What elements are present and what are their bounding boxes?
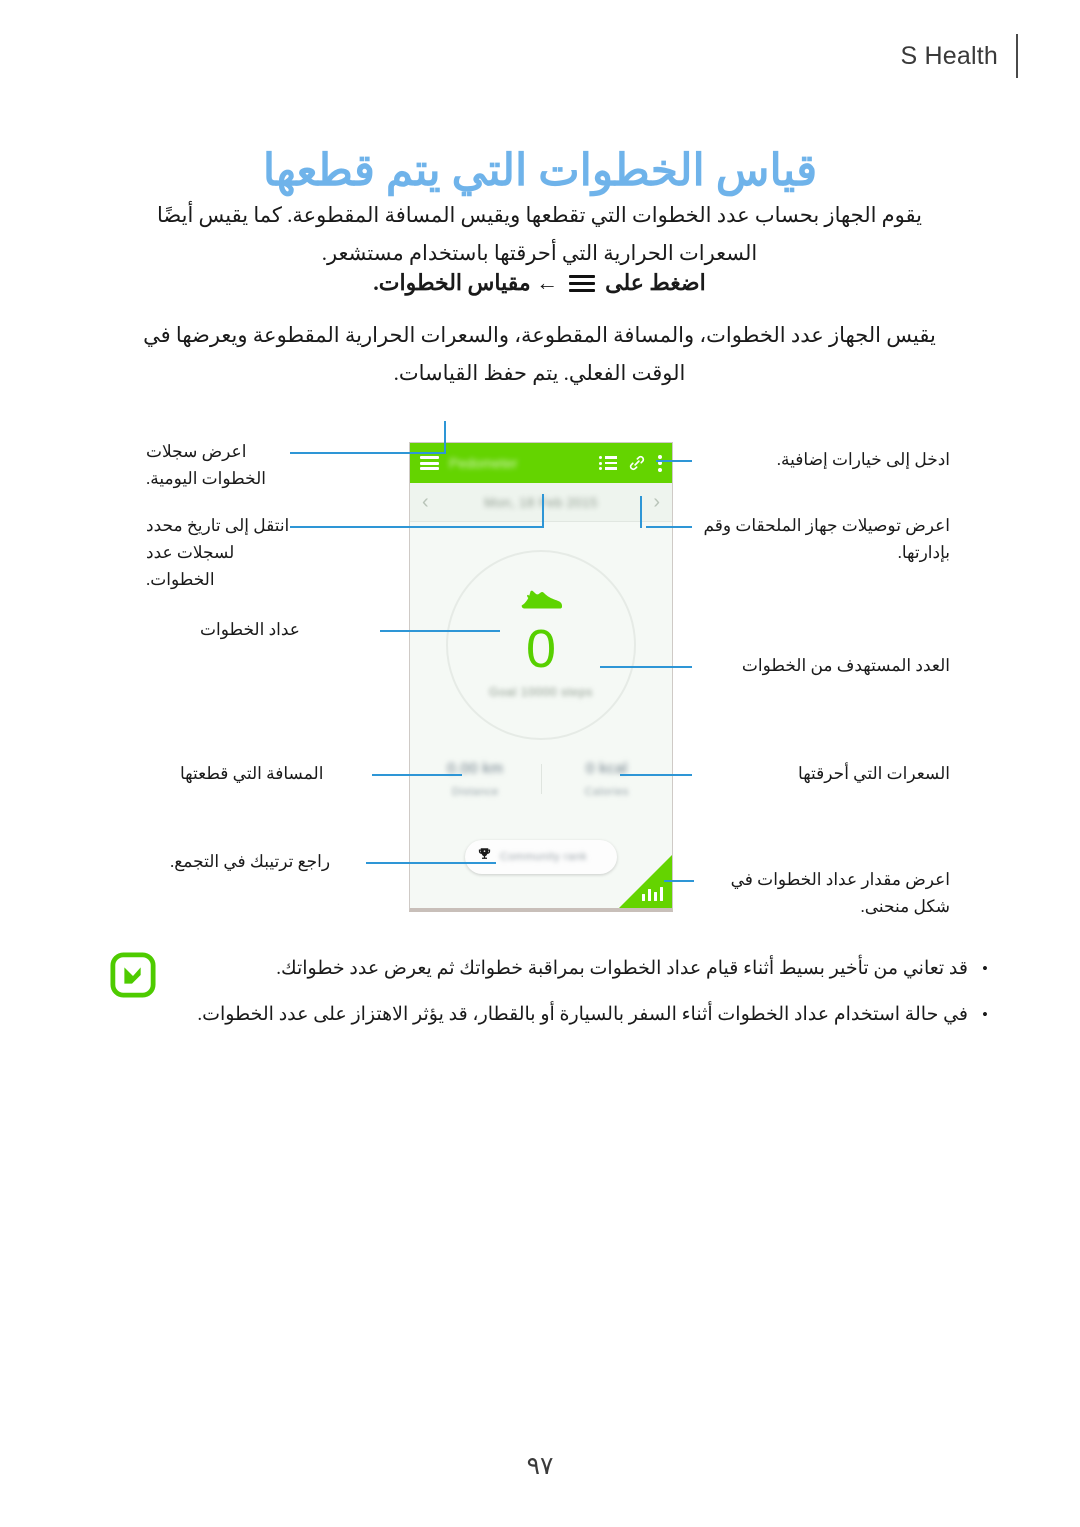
leader-line-right-1 [656, 460, 692, 462]
hamburger-menu-icon[interactable] [420, 456, 439, 470]
secondary-paragraph-text: يقيس الجهاز عدد الخطوات، والمسافة المقطو… [143, 323, 936, 385]
notes-list: قد تعاني من تأخير بسيط أثناء قيام عداد ا… [172, 946, 990, 1038]
date-navigation-bar: ‹ Mon, 18 Feb 2015 › [410, 483, 672, 522]
stats-row: 0.00 km Distance 0 kcal Calories [410, 760, 672, 798]
annotated-figure: Pedometer ‹ Mon, 18 Feb 2015 › 0 Goal 10… [0, 421, 1080, 920]
bar-chart-corner-button[interactable] [618, 855, 672, 908]
leader-elbow-left-1 [444, 421, 446, 454]
leader-line-right-5 [664, 880, 694, 882]
step-progress-ring: 0 Goal 10000 steps [446, 550, 636, 740]
page-number: ٩٧ [526, 1453, 554, 1480]
intro-paragraph-text: يقوم الجهاز بحساب عدد الخطوات التي تقطعه… [156, 203, 922, 265]
header-divider [1016, 34, 1018, 78]
community-rank-badge[interactable]: Community rank [465, 840, 617, 874]
stat-calories-label: Calories [584, 786, 629, 798]
app-top-bar: Pedometer [410, 443, 672, 483]
intro-paragraph: يقوم الجهاز بحساب عدد الخطوات التي تقطعه… [117, 196, 962, 272]
step-instruction-prefix: اضغط على [605, 270, 706, 295]
notes-block: قد تعاني من تأخير بسيط أثناء قيام عداد ا… [110, 946, 990, 1038]
bar-chart-icon [641, 887, 663, 901]
stat-distance-label: Distance [451, 786, 499, 798]
callout-right-accessories: اعرض توصيلات جهاز الملحقات وقم بإدارتها. [703, 516, 950, 562]
page-header: S Health [900, 34, 1018, 78]
current-date-label: Mon, 18 Feb 2015 [484, 494, 598, 510]
callout-left-daily-records: اعرض سجلات الخطوات اليومية. [146, 442, 266, 488]
note-item: قد تعاني من تأخير بسيط أثناء قيام عداد ا… [172, 946, 990, 992]
leader-line-right-3 [600, 666, 692, 668]
leader-line-right-2 [646, 526, 692, 528]
step-instruction-line: اضغط على ← مقياس الخطوات. [117, 270, 962, 296]
leader-line-left-2 [290, 526, 544, 528]
leader-elbow-left-2 [542, 494, 544, 528]
note-item: في حالة استخدام عداد الخطوات أثناء السفر… [172, 992, 990, 1038]
step-goal-label: Goal 10000 steps [489, 684, 593, 699]
note-pencil-icon [110, 952, 156, 998]
stat-distance: 0.00 km Distance [410, 760, 541, 798]
phone-screenshot-mock: Pedometer ‹ Mon, 18 Feb 2015 › 0 Goal 10… [409, 442, 673, 912]
callout-right-extra-options: ادخل إلى خيارات إضافية. [776, 450, 950, 469]
chevron-left-icon[interactable]: ‹ [422, 492, 429, 512]
running-shoe-icon [519, 586, 563, 617]
leader-line-left-4 [372, 774, 462, 776]
hamburger-menu-icon [568, 275, 595, 292]
secondary-paragraph: يقيس الجهاز عدد الخطوات، والمسافة المقطو… [117, 316, 962, 392]
manual-section-title: S Health [900, 41, 998, 70]
callout-right-calories: السعرات التي أحرقتها [798, 764, 950, 783]
accessory-link-icon[interactable] [627, 454, 647, 472]
community-rank-text: Community rank [500, 851, 588, 863]
leader-line-left-5 [366, 862, 496, 864]
callout-left-goto-date: انتقل إلى تاريخ محدد لسجلات عدد الخطوات. [146, 516, 290, 589]
chevron-right-icon[interactable]: › [653, 492, 660, 512]
page-title: قياس الخطوات التي يتم قطعها [262, 146, 818, 196]
step-instruction-target: مقياس الخطوات. [373, 270, 531, 295]
list-records-icon[interactable] [599, 456, 617, 470]
more-options-icon[interactable] [657, 454, 662, 472]
step-instruction-arrow: ← [536, 270, 559, 295]
leader-line-right-4 [620, 774, 692, 776]
callout-left-distance: المسافة التي قطعتها [180, 764, 324, 783]
stat-calories: 0 kcal Calories [542, 760, 673, 798]
callout-right-graph: اعرض مقدار عداد الخطوات في شكل منحنى. [730, 870, 950, 916]
callout-right-target-steps: العدد المستهدف من الخطوات [741, 656, 950, 675]
leader-line-left-1 [290, 452, 446, 454]
leader-line-left-3 [380, 630, 500, 632]
callout-left-community-rank: راجع ترتيبك في التجمع. [170, 852, 331, 871]
trophy-icon [477, 847, 492, 867]
step-count-value: 0 [525, 618, 557, 679]
app-title: Pedometer [449, 455, 518, 471]
callout-left-step-counter: عداد الخطوات [200, 620, 300, 639]
pedometer-body: 0 Goal 10000 steps 0.00 km Distance 0 kc… [410, 522, 672, 908]
leader-elbow-right-2 [640, 496, 642, 528]
